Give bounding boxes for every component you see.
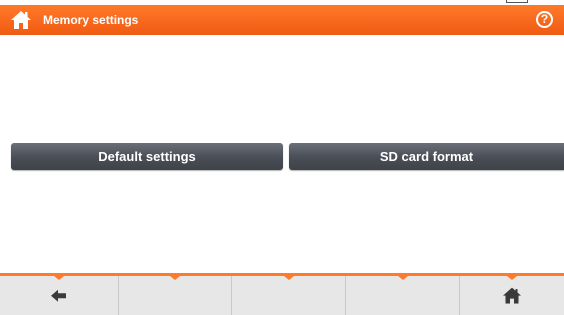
function-key-2[interactable]	[118, 276, 231, 315]
key-notch	[283, 276, 294, 280]
function-key-4[interactable]	[345, 276, 459, 315]
home-icon	[503, 287, 521, 308]
title-bar: Memory settings ?	[0, 5, 564, 35]
key-notch	[507, 276, 517, 280]
key-notch	[54, 276, 64, 280]
key-notch	[397, 276, 408, 280]
home-key[interactable]	[459, 276, 564, 315]
home-icon[interactable]	[10, 9, 32, 31]
back-key[interactable]	[0, 276, 118, 315]
function-key-3[interactable]	[231, 276, 345, 315]
help-icon[interactable]: ?	[536, 11, 553, 28]
function-key-bar	[0, 273, 564, 315]
back-arrow-icon	[51, 288, 67, 306]
battery-icon	[506, 0, 528, 3]
default-settings-button[interactable]: Default settings	[11, 143, 283, 170]
key-notch	[170, 276, 180, 280]
signal-icon	[405, 0, 427, 13]
sd-card-format-button[interactable]: SD card format	[289, 143, 564, 170]
page-title: Memory settings	[43, 13, 139, 27]
